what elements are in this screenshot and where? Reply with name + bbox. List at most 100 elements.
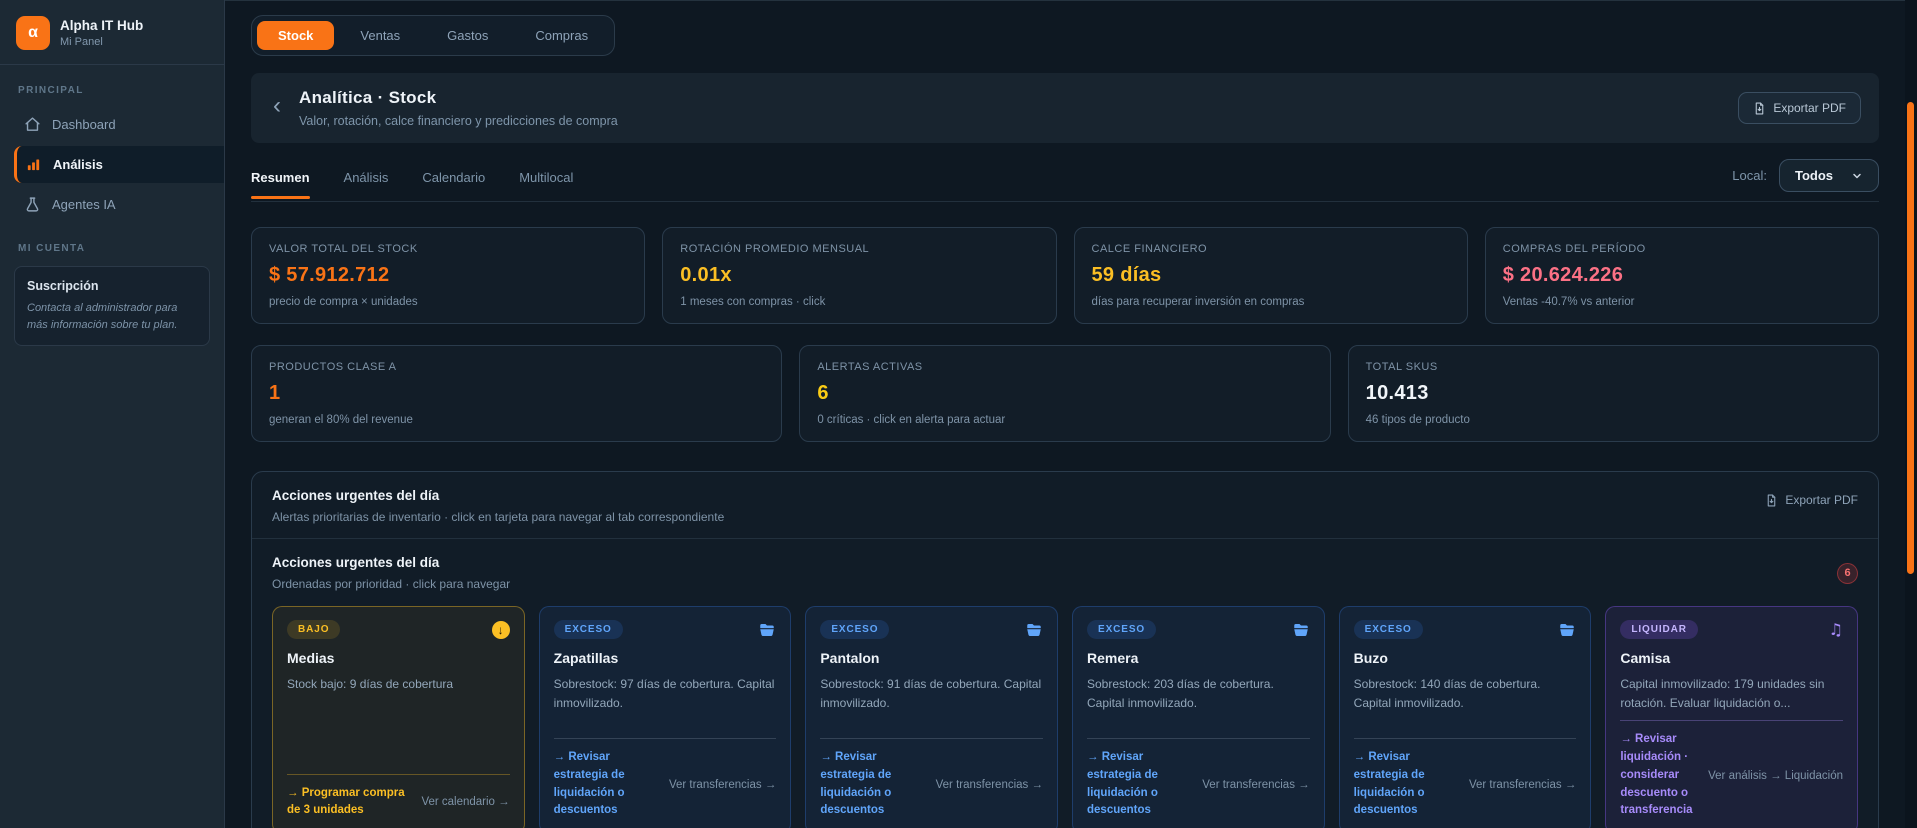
kpi-value: 59 días	[1091, 264, 1162, 286]
action-card-buzo[interactable]: EXCESO Buzo Sobrestock: 140 días de cobe…	[1338, 606, 1592, 828]
card-title: Buzo	[1353, 650, 1388, 666]
action-card-remera[interactable]: EXCESO Remera Sobrestock: 203 días de co…	[1072, 606, 1325, 828]
priority-badge: LIQUIDAR	[1620, 620, 1698, 639]
folder-icon	[1558, 621, 1576, 639]
kpi-subtext: Ventas -40.7% vs anterior	[1502, 296, 1635, 308]
kpi-valor-total-stock: VALOR TOTAL DEL STOCK $ 57.912.712 preci…	[251, 227, 646, 324]
kpi-calce-financiero: CALCE FINANCIERO 59 días días para recup…	[1073, 227, 1468, 324]
sidebar-section-principal: PRINCIPAL	[18, 85, 84, 96]
chevron-down-icon	[1851, 170, 1863, 182]
local-select[interactable]: Todos	[1778, 159, 1879, 192]
subtabs-row: Resumen Análisis Calendario Multilocal L…	[251, 159, 1879, 202]
tab-ventas[interactable]: Ventas	[339, 21, 421, 50]
local-select-value: Todos	[1794, 168, 1833, 183]
tab-stock[interactable]: Stock	[257, 21, 335, 50]
subscription-text: Contacta al administrador para más infor…	[27, 302, 178, 331]
tab-gastos[interactable]: Gastos	[426, 21, 509, 50]
card-secondary-link[interactable]: Ver calendario →	[421, 796, 509, 808]
kpi-compras-periodo: COMPRAS DEL PERÍODO $ 20.624.226 Ventas …	[1484, 227, 1879, 324]
folder-icon	[1025, 621, 1043, 639]
card-secondary-link[interactable]: Ver transferencias →	[1469, 779, 1576, 791]
subscription-title: Suscripción	[27, 279, 99, 293]
inner-title: Acciones urgentes del día	[272, 555, 440, 570]
card-action-link[interactable]: → Revisar estrategia de liquidación o de…	[1087, 749, 1194, 820]
card-title: Medias	[287, 650, 335, 666]
flask-icon	[24, 196, 41, 213]
kpi-row-1: VALOR TOTAL DEL STOCK $ 57.912.712 preci…	[251, 227, 1879, 324]
card-secondary-link[interactable]: Ver transferencias →	[936, 779, 1043, 791]
local-filter-label: Local:	[1732, 168, 1767, 183]
card-secondary-link[interactable]: Ver transferencias →	[1202, 779, 1309, 791]
folder-icon	[1292, 621, 1310, 639]
inner-subtitle: Ordenadas por prioridad · click para nav…	[272, 577, 511, 591]
sidebar: α Alpha IT Hub Mi Panel PRINCIPAL Dashbo…	[0, 0, 225, 828]
priority-badge: EXCESO	[1353, 620, 1423, 639]
kpi-value: $ 20.624.226	[1502, 264, 1624, 286]
card-action-link[interactable]: → Programar compra de 3 unidades	[287, 785, 413, 821]
tab-compras[interactable]: Compras	[514, 21, 609, 50]
kpi-label: COMPRAS DEL PERÍODO	[1502, 243, 1646, 255]
sidebar-section-mi-cuenta: MI CUENTA	[18, 243, 86, 254]
urgent-actions-header: Acciones urgentes del día Alertas priori…	[252, 472, 1878, 539]
card-action-link[interactable]: → Revisar estrategia de liquidación o de…	[554, 749, 661, 820]
card-secondary-link[interactable]: Ver transferencias →	[669, 779, 776, 791]
kpi-subtext: precio de compra × unidades	[269, 296, 418, 308]
sidebar-item-label: Análisis	[53, 157, 103, 172]
card-description: Capital inmovilizado: 179 unidades sin r…	[1620, 677, 1825, 710]
card-action-link[interactable]: → Revisar estrategia de liquidación o de…	[1354, 749, 1461, 820]
kpi-label: VALOR TOTAL DEL STOCK	[269, 243, 418, 255]
sidebar-item-label: Dashboard	[52, 117, 116, 132]
app-window: α Alpha IT Hub Mi Panel PRINCIPAL Dashbo…	[0, 0, 1917, 828]
action-card-zapatillas[interactable]: EXCESO Zapatillas Sobrestock: 97 días de…	[538, 606, 792, 828]
main-area: Stock Ventas Gastos Compras ‹ Analítica …	[225, 0, 1917, 828]
kpi-value: 1	[269, 382, 281, 404]
card-description: Sobrestock: 91 días de cobertura. Capita…	[820, 677, 1042, 710]
card-description: Stock bajo: 9 días de cobertura	[287, 677, 454, 691]
subtab-analisis[interactable]: Análisis	[344, 162, 389, 198]
urgent-action-cards: BAJO ↓ Medias Stock bajo: 9 días de cobe…	[272, 606, 1858, 828]
kpi-label: CALCE FINANCIERO	[1091, 243, 1208, 255]
scrollbar-thumb[interactable]	[1907, 102, 1914, 574]
export-pdf-button[interactable]: Exportar PDF	[1738, 92, 1861, 124]
app-logo-icon: α	[16, 16, 50, 50]
module-tabbar: Stock Ventas Gastos Compras	[251, 15, 616, 56]
subtab-calendario[interactable]: Calendario	[422, 162, 485, 198]
card-action-link[interactable]: → Revisar estrategia de liquidación o de…	[820, 749, 927, 820]
card-secondary-link[interactable]: Ver análisis → Liquidación	[1708, 770, 1843, 782]
panel-export-pdf-button[interactable]: Exportar PDF	[1765, 493, 1858, 507]
sidebar-item-dashboard[interactable]: Dashboard	[14, 106, 210, 143]
app-subtitle: Mi Panel	[60, 36, 103, 48]
priority-badge: EXCESO	[1087, 620, 1157, 639]
urgent-actions-subheader: Acciones urgentes del día Ordenadas por …	[272, 555, 1858, 591]
back-button[interactable]: ‹	[269, 94, 291, 119]
kpi-total-skus: TOTAL SKUS 10.413 46 tipos de producto	[1347, 345, 1879, 442]
kpi-row-2: PRODUCTOS CLASE A 1 generan el 80% del r…	[251, 345, 1879, 442]
arrow-down-circle-icon: ↓	[491, 620, 510, 639]
card-action-link[interactable]: → Revisar liquidación · considerar descu…	[1620, 731, 1700, 820]
priority-badge: BAJO	[287, 620, 341, 639]
kpi-value: $ 57.912.712	[269, 264, 390, 286]
urgent-actions-panel: Acciones urgentes del día Alertas priori…	[251, 471, 1879, 828]
sidebar-divider	[0, 64, 224, 65]
kpi-value: 10.413	[1365, 382, 1429, 404]
file-export-icon	[1765, 494, 1778, 507]
kpi-label: ALERTAS ACTIVAS	[817, 361, 923, 373]
file-export-icon	[1753, 102, 1766, 115]
page-header: ‹ Analítica · Stock Valor, rotación, cal…	[251, 73, 1879, 143]
sidebar-item-agentes-ia[interactable]: Agentes IA	[14, 186, 210, 223]
alert-count-badge: 6	[1837, 562, 1858, 584]
action-card-camisa[interactable]: LIQUIDAR ♫ Camisa Capital inmovilizado: …	[1605, 606, 1858, 828]
action-card-pantalon[interactable]: EXCESO Pantalon Sobrestock: 91 días de c…	[805, 606, 1058, 828]
action-card-medias[interactable]: BAJO ↓ Medias Stock bajo: 9 días de cobe…	[272, 606, 525, 828]
kpi-subtext: 1 meses con compras · click	[680, 296, 826, 308]
page-subtitle: Valor, rotación, calce financiero y pred…	[299, 114, 618, 128]
subtab-multilocal[interactable]: Multilocal	[519, 162, 573, 198]
bar-chart-icon	[25, 156, 42, 173]
subtab-resumen[interactable]: Resumen	[251, 162, 310, 199]
kpi-value: 0.01x	[680, 264, 732, 286]
card-description: Sobrestock: 97 días de cobertura. Capita…	[553, 677, 775, 710]
kpi-rotacion-promedio[interactable]: ROTACIÓN PROMEDIO MENSUAL 0.01x 1 meses …	[662, 227, 1057, 324]
sidebar-item-analisis[interactable]: Análisis	[14, 146, 224, 183]
sidebar-item-label: Agentes IA	[52, 197, 116, 212]
kpi-alertas-activas[interactable]: ALERTAS ACTIVAS 6 0 críticas · click en …	[799, 345, 1331, 442]
